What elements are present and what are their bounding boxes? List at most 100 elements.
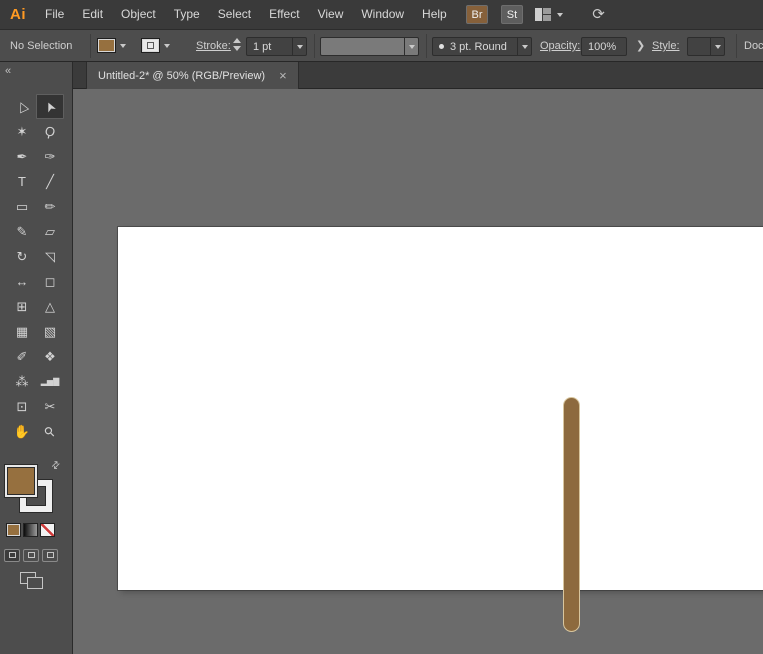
separator: [314, 34, 315, 58]
rotate-tool-icon: ↻: [17, 249, 28, 265]
stroke-color-swatch[interactable]: [141, 38, 160, 53]
lasso-tool-icon: Ϙ: [43, 123, 57, 140]
gradient-tool[interactable]: ▧: [36, 319, 64, 344]
gradient-button[interactable]: [23, 523, 38, 537]
swap-fill-stroke-icon[interactable]: ⇄: [49, 459, 63, 473]
collapse-panel-icon[interactable]: «: [5, 65, 11, 77]
rectangle-tool[interactable]: ▭: [8, 194, 36, 219]
fill-color-swatch[interactable]: [97, 38, 116, 53]
lasso-tool[interactable]: Ϙ: [36, 119, 64, 144]
mesh-tool-icon: ▦: [16, 324, 28, 340]
zoom-tool-icon: ⚲: [41, 422, 59, 440]
shape-builder-tool[interactable]: ⊞: [8, 294, 36, 319]
style-label[interactable]: Style:: [652, 40, 680, 52]
artboard-tool-icon: ⊡: [17, 399, 28, 415]
stepper-up-icon[interactable]: [233, 38, 241, 43]
tab-close-icon[interactable]: ×: [279, 69, 287, 82]
style-dropdown[interactable]: [687, 37, 725, 56]
column-graph-tool-icon: ▂▅▇: [41, 377, 59, 386]
menu-effect[interactable]: Effect: [260, 0, 308, 29]
magic-wand-tool-icon: ✶: [17, 124, 28, 140]
opacity-label[interactable]: Opacity:: [540, 40, 580, 52]
scale-tool[interactable]: ◹: [36, 244, 64, 269]
width-tool[interactable]: ↔: [8, 269, 36, 294]
workspace-chevron-icon[interactable]: [557, 13, 563, 17]
menu-select[interactable]: Select: [209, 0, 260, 29]
menu-file[interactable]: File: [36, 0, 73, 29]
free-transform-tool[interactable]: ◻: [36, 269, 64, 294]
hand-tool[interactable]: ✋: [8, 419, 36, 444]
draw-behind-button[interactable]: [23, 549, 39, 562]
document-setup-button[interactable]: Doc: [744, 40, 763, 52]
magic-wand-tool[interactable]: ✶: [8, 119, 36, 144]
menu-items: FileEditObjectTypeSelectEffectViewWindow…: [36, 0, 456, 29]
stroke-swatch-inner-icon: [147, 42, 154, 49]
zoom-tool[interactable]: ⚲: [36, 419, 64, 444]
draw-inside-button[interactable]: [42, 549, 58, 562]
curvature-tool[interactable]: ✑: [36, 144, 64, 169]
line-segment-tool-icon: ╱: [46, 174, 54, 190]
draw-normal-button[interactable]: [4, 549, 20, 562]
none-button[interactable]: [40, 523, 55, 537]
line-segment-tool[interactable]: ╱: [36, 169, 64, 194]
canvas-area[interactable]: [73, 89, 763, 654]
stroke-weight-stepper[interactable]: [233, 38, 241, 51]
fill-swatch[interactable]: [5, 465, 37, 497]
curvature-tool-icon: ✑: [45, 149, 56, 165]
stroke-weight-field[interactable]: 1 pt: [246, 37, 307, 56]
type-tool[interactable]: T: [8, 169, 36, 194]
document-tab-title: Untitled-2* @ 50% (RGB/Preview): [98, 70, 265, 82]
brush-definition-value: 3 pt. Round: [450, 41, 507, 53]
separator: [426, 34, 427, 58]
menu-view[interactable]: View: [309, 0, 353, 29]
menu-type[interactable]: Type: [165, 0, 209, 29]
fill-chevron-icon[interactable]: [120, 44, 126, 48]
menu-object[interactable]: Object: [112, 0, 165, 29]
menu-help[interactable]: Help: [413, 0, 456, 29]
stroke-chevron-icon[interactable]: [164, 44, 170, 48]
stepper-down-icon[interactable]: [233, 46, 241, 51]
stroke-weight-dropdown[interactable]: [292, 38, 306, 55]
perspective-grid-tool[interactable]: △: [36, 294, 64, 319]
illustrator-logo-icon: Ai: [10, 6, 26, 23]
tools-grid: ▷➤ ✶ Ϙ ✒ ✑ T ╱ ▭✏✎ ▱ ↻ ◹ ↔ ◻⊞ △ ▦ ▧✐❖ ⁂ ▂▅▇ ⊡ ✂✋ ⚲: [8, 94, 64, 444]
opacity-panel-arrow-icon[interactable]: ❯: [636, 39, 645, 52]
opacity-field[interactable]: 100%: [581, 37, 627, 56]
symbol-sprayer-tool-icon: ⁂: [16, 374, 29, 390]
sync-icon[interactable]: ⟳: [588, 4, 609, 25]
stroke-label[interactable]: Stroke:: [196, 40, 231, 52]
pen-tool[interactable]: ✒: [8, 144, 36, 169]
brown-brush-stroke-shape[interactable]: [563, 397, 580, 632]
bridge-button[interactable]: Br: [466, 5, 488, 24]
brush-preview-icon: [439, 44, 444, 49]
artboard[interactable]: [118, 227, 763, 590]
rotate-tool[interactable]: ↻: [8, 244, 36, 269]
brush-definition-dropdown[interactable]: 3 pt. Round: [432, 37, 532, 56]
direct-selection-tool[interactable]: ▷: [8, 94, 36, 119]
menu-edit[interactable]: Edit: [73, 0, 112, 29]
width-profile-chevron-icon[interactable]: [404, 38, 418, 55]
eraser-tool-icon: ▱: [45, 224, 55, 240]
column-graph-tool[interactable]: ▂▅▇: [36, 369, 64, 394]
selection-tool[interactable]: ➤: [36, 94, 64, 119]
perspective-grid-tool-icon: △: [45, 299, 55, 315]
workspace-switcher-icon[interactable]: [535, 8, 552, 21]
slice-tool[interactable]: ✂: [36, 394, 64, 419]
color-button[interactable]: [6, 523, 21, 537]
blend-tool[interactable]: ❖: [36, 344, 64, 369]
stock-button[interactable]: St: [501, 5, 523, 24]
brush-chevron-icon[interactable]: [517, 38, 531, 55]
eraser-tool[interactable]: ▱: [36, 219, 64, 244]
eyedropper-tool[interactable]: ✐: [8, 344, 36, 369]
paintbrush-tool[interactable]: ✏: [36, 194, 64, 219]
style-chevron-icon[interactable]: [710, 38, 724, 55]
screen-mode-button[interactable]: [20, 572, 44, 590]
document-tab[interactable]: Untitled-2* @ 50% (RGB/Preview) ×: [86, 62, 299, 89]
symbol-sprayer-tool[interactable]: ⁂: [8, 369, 36, 394]
width-tool-icon: ↔: [16, 274, 29, 289]
shaper-tool[interactable]: ✎: [8, 219, 36, 244]
artboard-tool[interactable]: ⊡: [8, 394, 36, 419]
width-profile-dropdown[interactable]: [320, 37, 419, 56]
menu-window[interactable]: Window: [352, 0, 413, 29]
mesh-tool[interactable]: ▦: [8, 319, 36, 344]
